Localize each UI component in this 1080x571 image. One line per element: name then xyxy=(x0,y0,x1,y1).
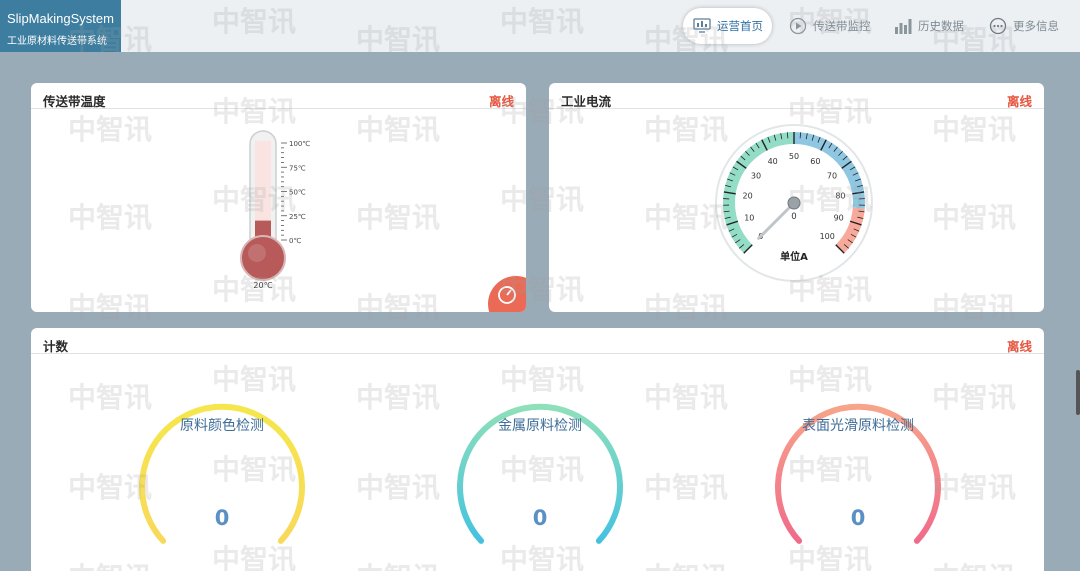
thermometer-scale: 100℃ 75℃ 50℃ 25℃ 0℃ xyxy=(281,140,310,245)
bar-chart-icon xyxy=(893,16,913,36)
current-gauge-tick-label: 60 xyxy=(810,157,820,166)
current-gauge-tick-label: 90 xyxy=(834,214,844,223)
count-gauge-value: 0 xyxy=(214,506,230,530)
scrollbar[interactable] xyxy=(1076,370,1080,415)
current-gauge-tick xyxy=(786,132,789,139)
needle-hub xyxy=(787,196,801,210)
nav-operations-home[interactable]: 运营首页 xyxy=(683,8,772,44)
nav-label: 运营首页 xyxy=(717,19,763,33)
count-gauge-metal-check: 金属原料检测 0 xyxy=(455,380,625,550)
current-gauge-tick-label: 40 xyxy=(768,157,778,166)
current-panel: 工业电流 离线 0102030405060708090100 0 单位A xyxy=(549,83,1044,312)
brand-title: SlipMakingSystem xyxy=(7,11,114,26)
play-circle-icon xyxy=(788,16,808,36)
current-gauge-tick-label: 50 xyxy=(789,152,799,161)
brand-subtitle: 工业原材料传送带系统 xyxy=(7,36,107,47)
thermometer-tick-label: 75℃ xyxy=(289,164,306,172)
nav-history-data[interactable]: 历史数据 xyxy=(893,8,964,44)
panel-divider xyxy=(31,353,1044,354)
nav-belt-monitor[interactable]: 传送带监控 xyxy=(788,8,871,44)
current-gauge-tick-label: 70 xyxy=(827,171,837,180)
nav-label: 传送带监控 xyxy=(813,19,871,33)
thermometer: 100℃ 75℃ 50℃ 25℃ 0℃ 20℃ xyxy=(240,130,310,290)
current-gauge-unit: 单位A xyxy=(780,250,808,263)
current-gauge-tick-label: 80 xyxy=(835,192,845,201)
thermometer-tick-label: 100℃ xyxy=(289,140,310,148)
count-gauge-label: 金属原料检测 xyxy=(498,418,582,434)
thermometer-tick-label: 0℃ xyxy=(289,237,301,245)
count-gauge-label: 表面光滑原料检测 xyxy=(802,418,914,434)
count-gauge-label: 原料颜色检测 xyxy=(180,418,264,434)
monitor-icon xyxy=(692,16,712,36)
thermometer-value: 20℃ xyxy=(253,281,272,290)
count-gauge-smooth-check: 表面光滑原料检测 0 xyxy=(773,380,943,550)
temperature-panel: 传送带温度 离线 100℃ 75℃ 50℃ 25℃ 0℃ 20℃ xyxy=(31,83,526,312)
nav-more-info[interactable]: 更多信息 xyxy=(988,8,1059,44)
speedometer-icon xyxy=(498,286,516,304)
thermometer-tick-label: 25℃ xyxy=(289,213,306,221)
current-gauge: 0102030405060708090100 0 单位A xyxy=(715,124,873,282)
brand-block: SlipMakingSystem 工业原材料传送带系统 xyxy=(0,0,121,52)
current-gauge-tick-label: 20 xyxy=(742,192,752,201)
count-gauge-value: 0 xyxy=(532,506,548,530)
nav-label: 更多信息 xyxy=(1013,19,1059,33)
nav-label: 历史数据 xyxy=(918,19,964,33)
top-bar: SlipMakingSystem 工业原材料传送带系统 运营首页 传送带监控 历… xyxy=(0,0,1080,52)
count-panel: 计数 离线 原料颜色检测 0 金属原料检测 0 表面光滑原料检测 0 xyxy=(31,328,1044,571)
current-gauge-tick xyxy=(799,132,802,139)
count-gauge-color-check: 原料颜色检测 0 xyxy=(137,380,307,550)
current-gauge-value: 0 xyxy=(791,212,796,222)
current-gauge-tick-label: 100 xyxy=(820,232,835,241)
current-gauge-tick-label: 10 xyxy=(744,214,754,223)
thermometer-tube xyxy=(240,130,286,281)
current-gauge-tick-label: 30 xyxy=(751,171,761,180)
count-gauge-value: 0 xyxy=(850,506,866,530)
more-dots-icon xyxy=(988,16,1008,36)
thermometer-tick-label: 50℃ xyxy=(289,189,306,197)
